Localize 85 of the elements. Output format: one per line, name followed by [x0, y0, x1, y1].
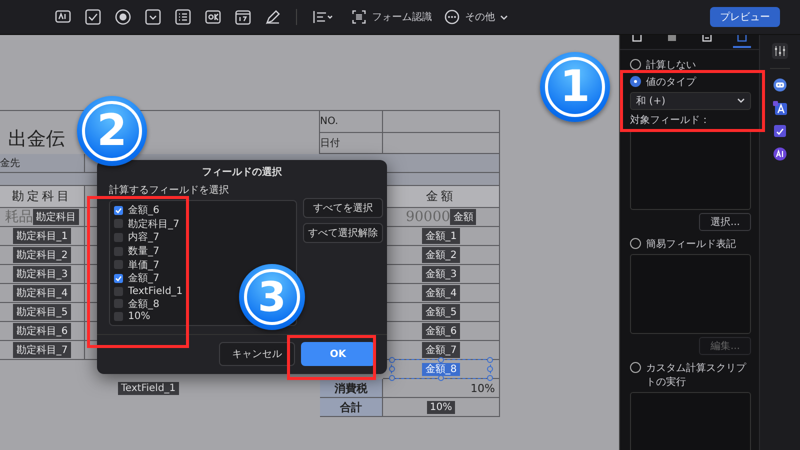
panel-button[interactable]: 選択...: [699, 213, 751, 231]
list-box-icon[interactable]: [174, 8, 192, 26]
dropdown-icon[interactable]: [144, 8, 162, 26]
caret-icon: [500, 13, 508, 21]
ai-icon[interactable]: [773, 147, 787, 161]
checklist-icon[interactable]: [773, 124, 787, 138]
checkbox[interactable]: [114, 286, 123, 296]
checkbox[interactable]: [114, 232, 123, 242]
option-label: 簡易フィールド表記: [646, 238, 736, 251]
select-all-button[interactable]: すべてを選択: [303, 198, 383, 218]
caret-icon: [737, 98, 745, 104]
field-option-label: 内容_7: [128, 230, 160, 244]
table-cell: NO.: [320, 111, 383, 133]
radio-button[interactable]: [630, 362, 641, 373]
signature-pen-icon[interactable]: [264, 8, 282, 26]
option-label: カスタム計算スクリプトの実行: [646, 362, 748, 389]
checkbox[interactable]: [114, 274, 123, 283]
radio-button-icon[interactable]: [114, 8, 132, 26]
field-option-label: 金額_6: [128, 204, 160, 218]
field-option-label: 数量_7: [128, 245, 160, 258]
checkbox[interactable]: [114, 206, 123, 215]
field-value: 90000: [406, 209, 450, 225]
table-cell: 消費税: [320, 379, 383, 398]
form-field[interactable]: 勘定科目_2: [13, 247, 71, 263]
form-field[interactable]: 金額_8: [422, 363, 460, 376]
deselect-all-button[interactable]: すべて選択解除: [303, 223, 383, 243]
form-field[interactable]: 金額_5: [422, 304, 460, 320]
radio-button[interactable]: [630, 238, 641, 249]
check-icon: [115, 206, 122, 214]
field-option-label: 金額_8: [128, 298, 160, 311]
checkbox-icon[interactable]: [84, 8, 102, 26]
form-scan-icon: [351, 9, 367, 25]
form-field[interactable]: 10%: [426, 400, 456, 414]
field-value: 耗品: [5, 208, 33, 226]
push-button-icon[interactable]: [204, 8, 222, 26]
form-field[interactable]: 勘定科目: [33, 209, 79, 225]
selection-frame[interactable]: 金額_8: [391, 359, 491, 379]
form-field[interactable]: 勘定科目_6: [13, 323, 71, 339]
form-field[interactable]: 金額_2: [422, 247, 460, 263]
form-field[interactable]: 勘定科目_3: [13, 266, 71, 282]
field-label: 対象フィールド：: [630, 114, 711, 127]
dropdown[interactable]: 和 (+): [630, 92, 751, 110]
table-cell: 金先: [0, 154, 85, 173]
option-label: 計算しない: [646, 58, 696, 72]
table-cell: 合計: [320, 398, 383, 417]
checkbox[interactable]: [114, 260, 123, 270]
preview-button[interactable]: プレビュー: [710, 7, 780, 27]
field-option-label: 勘定科目_7: [128, 218, 180, 231]
field-option-label: TextField_1: [128, 286, 183, 297]
form-field[interactable]: 勘定科目_4: [13, 285, 71, 301]
dialog-title: フィールドの選択: [201, 166, 283, 180]
robot-icon[interactable]: [773, 78, 787, 92]
prompt-label: 計算するフィールドを選択: [109, 184, 230, 197]
field-option-label: 単価_7: [128, 258, 160, 272]
text-area[interactable]: [630, 130, 751, 210]
table-cell: 10%: [383, 379, 500, 398]
field-option-label: 金額_7: [128, 272, 160, 286]
form-field[interactable]: 勘定科目_7: [13, 342, 71, 358]
form-field[interactable]: 金額_1: [422, 228, 460, 244]
form-field[interactable]: 金額_6: [422, 323, 460, 339]
align-icon[interactable]: [311, 8, 333, 26]
toolbar-button[interactable]: フォーム認識: [351, 9, 432, 25]
calendar-icon[interactable]: [234, 8, 252, 26]
more-icon: [444, 9, 460, 25]
field-option-label: 10%: [128, 311, 150, 322]
column-header: 勘定科目: [0, 186, 85, 208]
check-icon: [115, 274, 122, 282]
form-field[interactable]: TextField_1: [118, 382, 179, 395]
checkbox[interactable]: [114, 219, 123, 228]
radio-button[interactable]: [630, 76, 641, 87]
sliders-icon[interactable]: [772, 43, 788, 59]
form-field[interactable]: 金額_7: [422, 342, 460, 358]
translate-icon[interactable]: [773, 101, 787, 115]
form-field[interactable]: 金額_4: [422, 285, 460, 301]
checkbox[interactable]: [114, 312, 123, 322]
checkbox[interactable]: [114, 246, 123, 256]
form-field[interactable]: 金額: [450, 209, 476, 225]
form-field[interactable]: 勘定科目_1: [13, 228, 71, 244]
radio-button[interactable]: [630, 59, 641, 70]
option-label: 値のタイプ: [646, 76, 696, 89]
form-field[interactable]: 金額_3: [422, 266, 460, 282]
form-field[interactable]: 勘定科目_5: [13, 304, 71, 320]
toolbar-button[interactable]: その他: [444, 9, 508, 25]
checkbox[interactable]: [114, 299, 123, 308]
cancel-button[interactable]: キャンセル: [219, 342, 295, 366]
